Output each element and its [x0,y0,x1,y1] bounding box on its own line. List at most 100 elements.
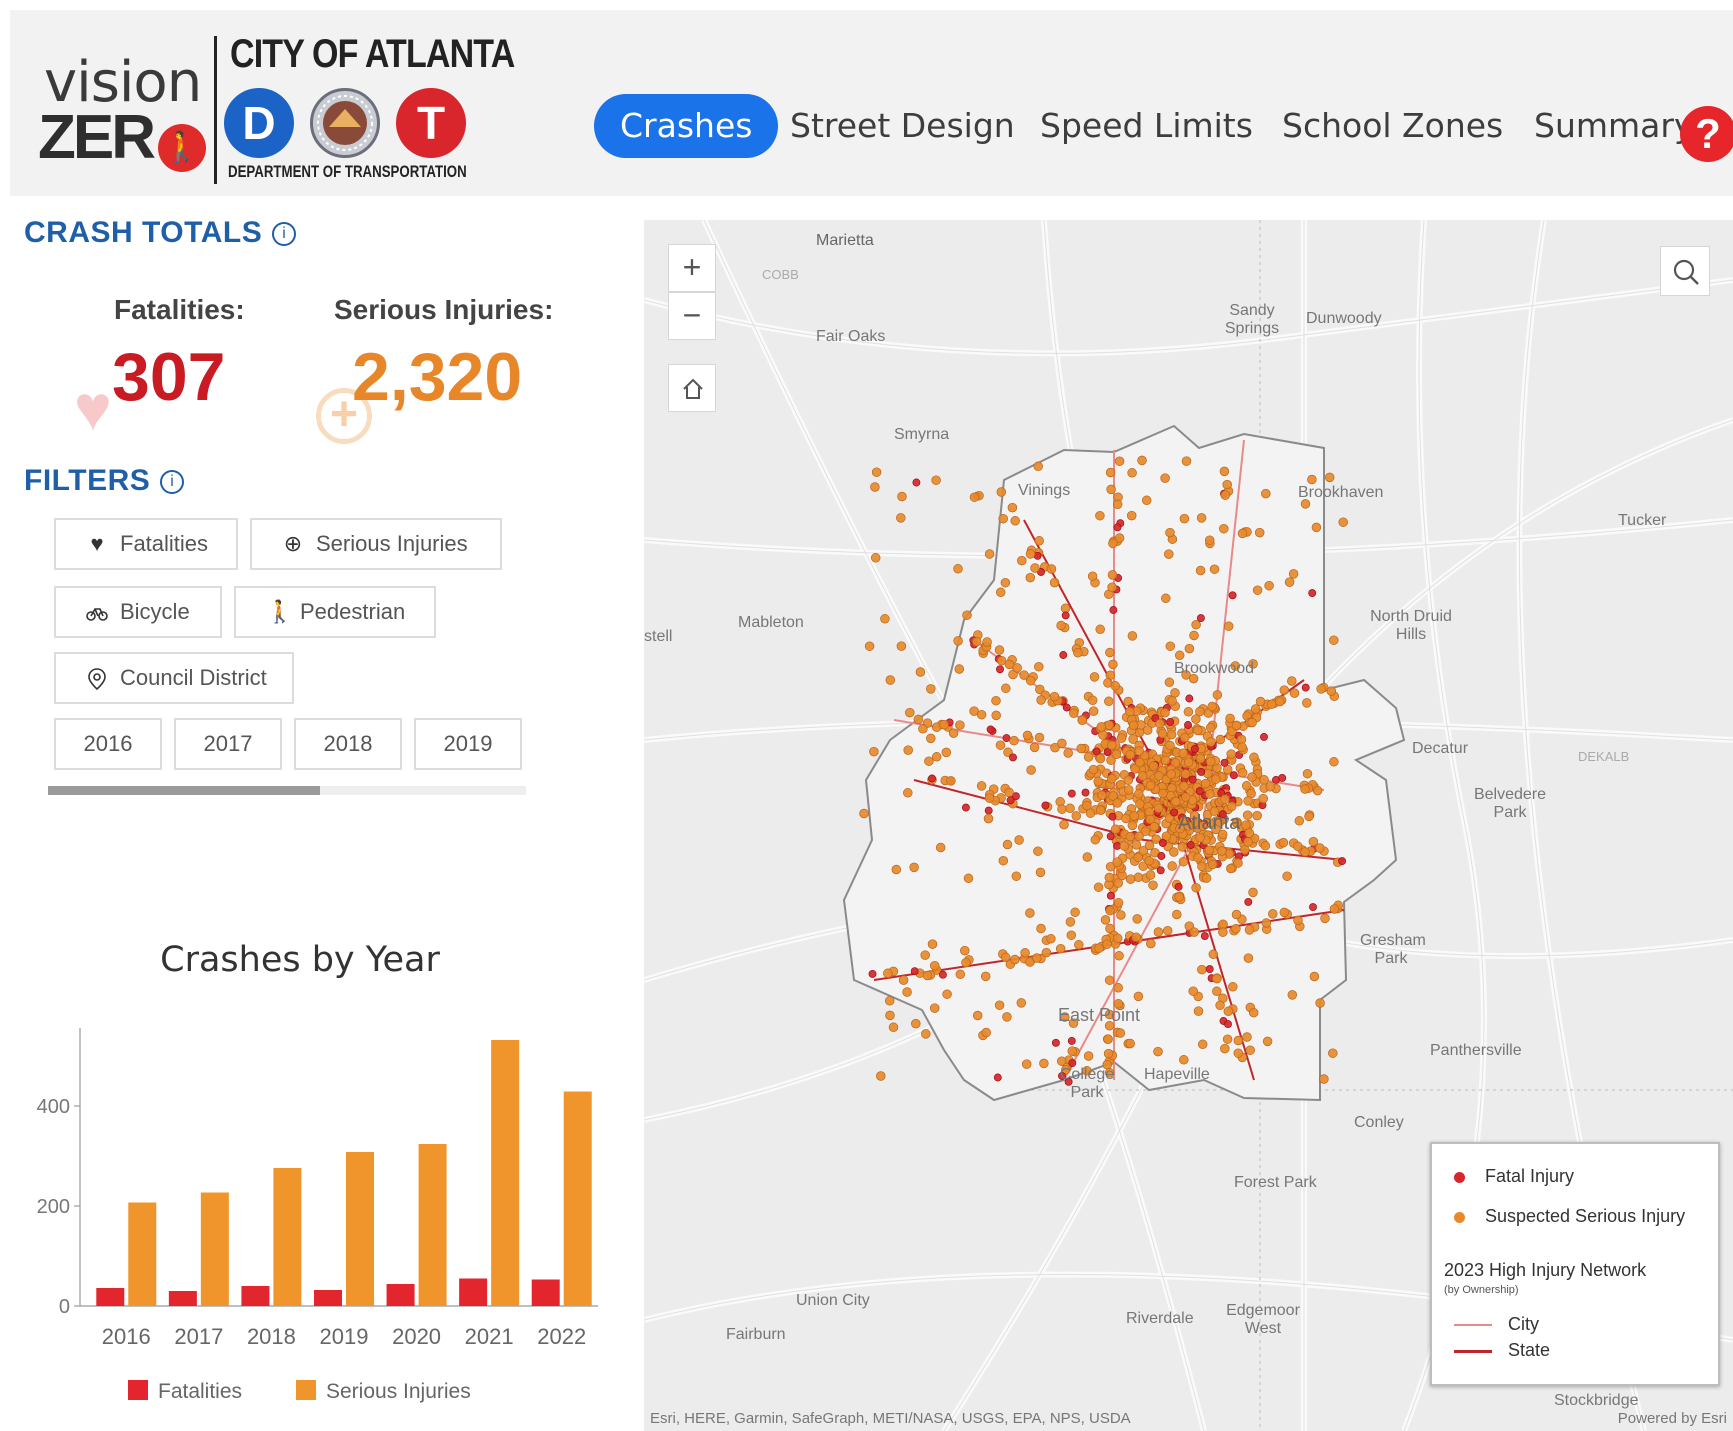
info-icon[interactable]: i [160,470,185,495]
serious-crash-point [1133,852,1143,863]
serious-crash-point [939,719,949,730]
serious-crash-point [1188,986,1198,996]
filter-serious-injuries[interactable]: ⊕ Serious Injuries [250,518,502,570]
serious-crash-point [1215,1000,1225,1011]
year-scrollbar-thumb[interactable] [48,786,320,795]
crash-map[interactable]: Marietta COBB Fair Oaks Sandy Springs Du… [644,220,1733,1431]
serious-crash-point [1161,593,1171,604]
serious-crash-point [1134,789,1144,799]
help-button[interactable]: ? [1680,106,1733,162]
year-scrollbar[interactable] [48,786,526,795]
serious-crash-point [1217,846,1227,856]
serious-crash-point [1162,925,1173,936]
serious-crash-point [1197,861,1207,872]
serious-crash-point [1104,975,1115,985]
serious-crash-point [1107,740,1117,751]
serious-crash-point [1189,630,1199,641]
serious-crash-point [1205,722,1216,733]
filter-serious-injuries-label: Serious Injuries [316,531,468,556]
tab-street-design[interactable]: Street Design [790,94,1015,158]
serious-crash-point [1219,523,1229,534]
info-icon[interactable]: i [272,222,297,247]
serious-crash-point [1179,1055,1189,1065]
serious-crash-point [1338,517,1348,527]
powered-by[interactable]: Powered by Esri [1618,1410,1727,1427]
serious-crash-point [1036,923,1046,934]
serious-crash-point [1077,715,1087,726]
serious-crash-point [1132,914,1142,924]
serious-crash-point [955,969,966,980]
filter-council-district[interactable]: Council District [54,652,294,704]
serious-crash-point [896,513,906,523]
map-search-button[interactable] [1660,246,1710,296]
year-chip-2016[interactable]: 2016 [54,718,162,770]
year-chip-2017[interactable]: 2017 [174,718,282,770]
home-button[interactable] [668,364,716,412]
dot-d-badge: D [224,88,294,158]
zoom-in-button[interactable]: + [668,244,716,292]
serious-crash-point [921,1029,931,1039]
fatal-crash-point [1067,789,1076,798]
fatalities-bar [314,1290,342,1306]
city-seal-icon [310,88,380,158]
serious-crash-point [1090,834,1101,845]
serious-crash-point [1149,821,1160,832]
serious-crash-point [998,513,1008,524]
serious-crash-point [1093,882,1104,892]
year-chip-2019[interactable]: 2019 [414,718,522,770]
legend-city: City [1454,1314,1539,1335]
serious-crash-point [1113,878,1123,888]
fatal-crash-point [1190,744,1199,753]
dot-t-badge: T [396,88,466,158]
serious-crash-point [1127,631,1138,641]
tab-school-zones[interactable]: School Zones [1282,94,1503,158]
serious-crash-point [1178,748,1188,759]
serious-crash-point [1095,624,1105,635]
serious-crash-point [1127,468,1137,478]
place-label: Dunwoody [1306,310,1382,327]
serious-crash-point [1172,909,1182,920]
serious-crash-point [1128,734,1138,744]
serious-crash-point [1201,873,1212,883]
serious-crash-point [1098,730,1108,740]
serious-crash-point [1237,528,1248,539]
filter-bicycle-label: Bicycle [120,599,190,624]
fatal-crash-point [1338,857,1347,866]
map-attribution[interactable]: Esri, HERE, Garmin, SafeGraph, METI/NASA… [650,1410,1131,1427]
serious-crash-point [896,641,907,651]
serious-crash-point [880,614,890,624]
year-chip-2018[interactable]: 2018 [294,718,402,770]
serious-crash-point [1112,499,1123,510]
serious-crash-point [1300,784,1310,794]
serious-crash-point [1284,577,1295,587]
filter-pedestrian[interactable]: 🚶 Pedestrian [234,586,436,638]
serious-crash-point [1231,720,1242,731]
serious-crash-point [1095,753,1106,764]
serious-crash-point [1215,734,1226,745]
serious-crash-point [1320,913,1330,924]
fatal-crash-point [993,1073,1002,1082]
tab-speed-limits[interactable]: Speed Limits [1040,94,1253,158]
tab-crashes[interactable]: Crashes [594,94,779,158]
serious-crash-point [1016,998,1027,1008]
serious-crash-point [1146,938,1156,949]
serious-crash-point [929,1003,940,1013]
fatal-crash-point [910,967,919,976]
filter-bicycle[interactable]: Bicycle [54,586,222,638]
serious-crash-point [1231,924,1241,934]
serious-crash-point [885,675,896,685]
serious-crash-point [1125,750,1136,760]
filter-fatalities[interactable]: ♥ Fatalities [54,518,238,570]
serious-crash-point [1065,917,1076,927]
zoom-out-button[interactable]: − [668,292,716,340]
serious-crash-point [1155,718,1165,729]
legend-city-label: City [1508,1314,1539,1334]
fatal-crash-point [1092,747,1101,756]
serious-crash-point [1319,1074,1329,1084]
legend-network-title: 2023 High Injury Network [1444,1260,1647,1280]
tab-summary[interactable]: Summary [1534,94,1693,158]
serious-crash-point [909,862,919,873]
serious-crash-point [1293,915,1303,926]
serious-crash-point [1204,535,1215,545]
serious-crash-point [1022,730,1033,741]
